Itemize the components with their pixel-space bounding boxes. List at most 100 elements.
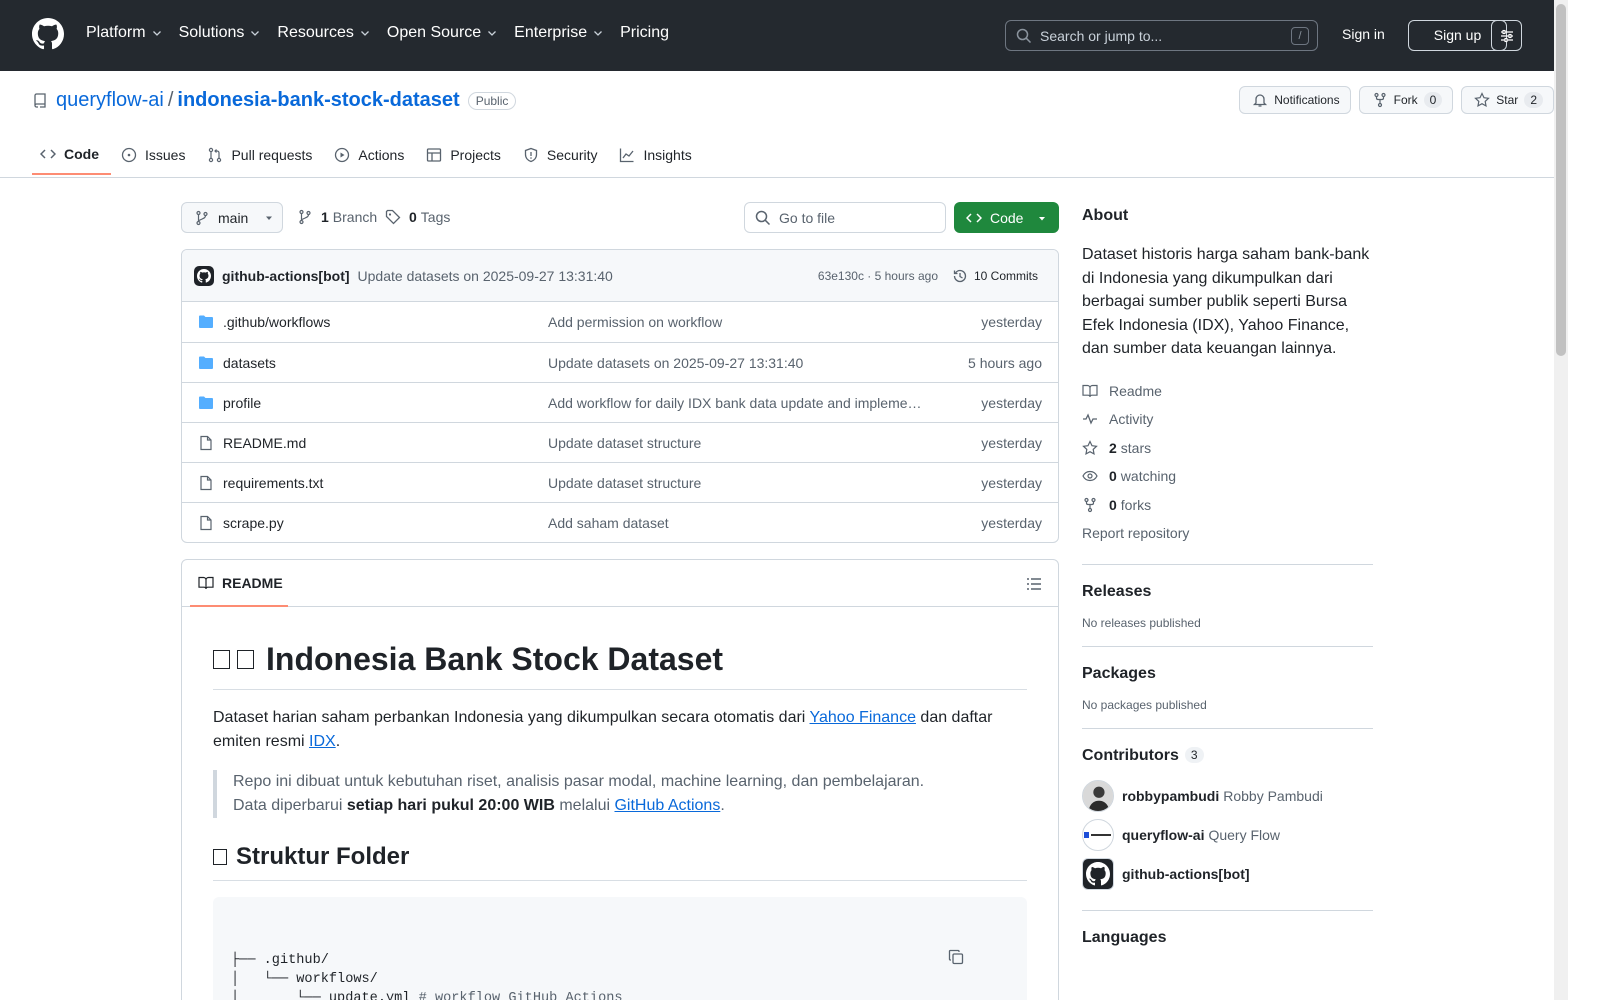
missing-glyph-icon	[213, 849, 227, 865]
tab-pull-requests[interactable]: Pull requests	[199, 135, 324, 175]
commit-message[interactable]: Update datasets on 2025-09-27 13:31:40	[358, 268, 613, 284]
repo-name-link[interactable]: indonesia-bank-stock-dataset	[177, 89, 459, 112]
file-name-link[interactable]: requirements.txt	[223, 475, 323, 491]
yahoo-finance-link[interactable]: Yahoo Finance	[810, 709, 916, 726]
nav-pricing[interactable]: Pricing	[620, 24, 669, 42]
play-icon	[335, 147, 350, 163]
file-name-link[interactable]: datasets	[223, 355, 276, 371]
global-search-input[interactable]: Search or jump to... /	[1005, 20, 1318, 51]
file-name-link[interactable]: README.md	[223, 435, 306, 451]
graph-icon	[620, 148, 634, 163]
file-commit-message[interactable]: Add workflow for daily IDX bank data upd…	[548, 395, 928, 411]
contributor-item[interactable]: queryflow-ai Query Flow	[1082, 816, 1373, 855]
contributor-item[interactable]: robbypambudi Robby Pambudi	[1082, 777, 1373, 816]
activity-link[interactable]: Activity	[1082, 405, 1373, 434]
visibility-badge: Public	[467, 91, 517, 110]
file-name-link[interactable]: profile	[223, 395, 261, 411]
file-commit-message[interactable]: Update dataset structure	[548, 435, 928, 451]
branch-count: 1	[321, 209, 329, 225]
contributors-title: Contributors	[1082, 746, 1179, 764]
file-commit-message[interactable]: Add permission on workflow	[548, 314, 928, 330]
tab-insights[interactable]: Insights	[611, 135, 703, 175]
tags-link[interactable]: 0 Tags	[385, 209, 450, 225]
file-commit-message[interactable]: Add saham dataset	[548, 515, 928, 531]
file-row[interactable]: scrape.py Add saham dataset yesterday	[182, 502, 1058, 542]
branch-select-button[interactable]: main	[181, 202, 283, 233]
file-commit-message[interactable]: Update dataset structure	[548, 475, 928, 491]
page-scrollbar[interactable]	[1554, 0, 1568, 1000]
fork-label: Fork	[1393, 93, 1418, 107]
go-to-file-input[interactable]: Go to file	[744, 202, 946, 233]
file-row[interactable]: profile Add workflow for daily IDX bank d…	[182, 382, 1058, 422]
repo-owner-link[interactable]: queryflow-ai	[56, 89, 164, 112]
contributors-heading[interactable]: Contributors 3	[1082, 747, 1373, 765]
tab-security[interactable]: Security	[515, 135, 610, 175]
nav-enterprise[interactable]: Enterprise	[514, 24, 604, 42]
file-commit-date: yesterday	[981, 394, 1042, 411]
author-avatar[interactable]	[194, 265, 214, 286]
file-commit-message[interactable]: Update datasets on 2025-09-27 13:31:40	[548, 355, 928, 371]
code-comment: # workflow GitHub Actions	[418, 991, 623, 1000]
github-actions-link[interactable]: GitHub Actions	[614, 797, 720, 814]
file-name-link[interactable]: .github/workflows	[223, 314, 330, 330]
file-name-link[interactable]: scrape.py	[223, 515, 284, 531]
contributor-item[interactable]: github-actions[bot]	[1082, 855, 1373, 894]
section-heading: Struktur Folder	[213, 842, 1027, 881]
file-browser: github-actions[bot] Update datasets on 2…	[181, 249, 1059, 543]
report-repository-link[interactable]: Report repository	[1082, 519, 1373, 548]
github-logo-icon[interactable]	[32, 18, 64, 50]
code-dropdown-button[interactable]: Code	[954, 202, 1059, 233]
folder-icon	[199, 356, 213, 369]
intro-text: Dataset harian saham perbankan Indonesia…	[213, 709, 810, 726]
file-row[interactable]: requirements.txt Update dataset structure…	[182, 462, 1058, 502]
tab-code[interactable]: Code	[32, 135, 111, 175]
code-block: ├── .github/ │ └── workflows/ │ └── update…	[213, 897, 1027, 1000]
pull-request-icon	[209, 147, 222, 163]
stars-link[interactable]: 2 stars	[1082, 434, 1373, 463]
readme-title-text: Indonesia Bank Stock Dataset	[266, 641, 724, 677]
file-row[interactable]: .github/workflows Add permission on workf…	[182, 302, 1058, 342]
watchers-link[interactable]: 0 watching	[1082, 462, 1373, 491]
idx-link[interactable]: IDX	[309, 733, 336, 750]
scrollbar-thumb[interactable]	[1556, 4, 1566, 356]
section-heading-text: Struktur Folder	[236, 843, 410, 870]
tab-projects[interactable]: Projects	[418, 135, 513, 175]
github-logo-icon	[1086, 862, 1110, 886]
contributor-login: github-actions[bot]	[1122, 866, 1250, 882]
settings-menu-button[interactable]	[1491, 20, 1522, 51]
sign-in-link[interactable]: Sign in	[1342, 26, 1385, 42]
notifications-button[interactable]: Notifications	[1239, 86, 1351, 114]
packages-heading[interactable]: Packages	[1082, 665, 1373, 683]
outline-button[interactable]	[1026, 576, 1042, 592]
missing-glyph-icon	[213, 649, 230, 669]
file-row[interactable]: datasets Update datasets on 2025-09-27 13…	[182, 342, 1058, 382]
nav-resources[interactable]: Resources	[277, 24, 370, 42]
releases-heading[interactable]: Releases	[1082, 583, 1373, 601]
fork-button[interactable]: Fork 0	[1358, 86, 1454, 114]
book-icon	[198, 576, 214, 589]
branches-link[interactable]: 1 Branch	[297, 209, 377, 225]
commits-history-link[interactable]: 10 Commits	[952, 268, 1038, 284]
nav-platform[interactable]: Platform	[86, 24, 163, 42]
commit-author[interactable]: github-actions[bot]	[222, 268, 350, 284]
divider	[1082, 909, 1373, 911]
pulse-icon	[1083, 413, 1097, 425]
folder-icon	[199, 315, 213, 328]
tab-actions[interactable]: Actions	[326, 135, 416, 175]
nav-open-source[interactable]: Open Source	[387, 24, 498, 42]
about-description: Dataset historis harga saham bank-bank d…	[1082, 246, 1370, 357]
star-button[interactable]: Star 2	[1461, 86, 1554, 114]
readme-link[interactable]: Readme	[1082, 377, 1373, 406]
file-icon	[200, 515, 212, 531]
history-icon	[953, 269, 967, 282]
copy-button[interactable]	[948, 911, 1013, 1000]
activity-link-label: Activity	[1109, 411, 1154, 428]
forks-link[interactable]: 0 forks	[1082, 491, 1373, 520]
commit-sha-time[interactable]: 63e130c · 5 hours ago	[818, 269, 938, 283]
tab-issues[interactable]: Issues	[113, 135, 197, 175]
readme-tab[interactable]: README	[190, 560, 288, 607]
star-icon	[1474, 92, 1491, 108]
file-row[interactable]: README.md Update dataset structure yesterd…	[182, 422, 1058, 462]
nav-solutions[interactable]: Solutions	[179, 24, 262, 42]
quote-text: melalui	[554, 797, 615, 814]
